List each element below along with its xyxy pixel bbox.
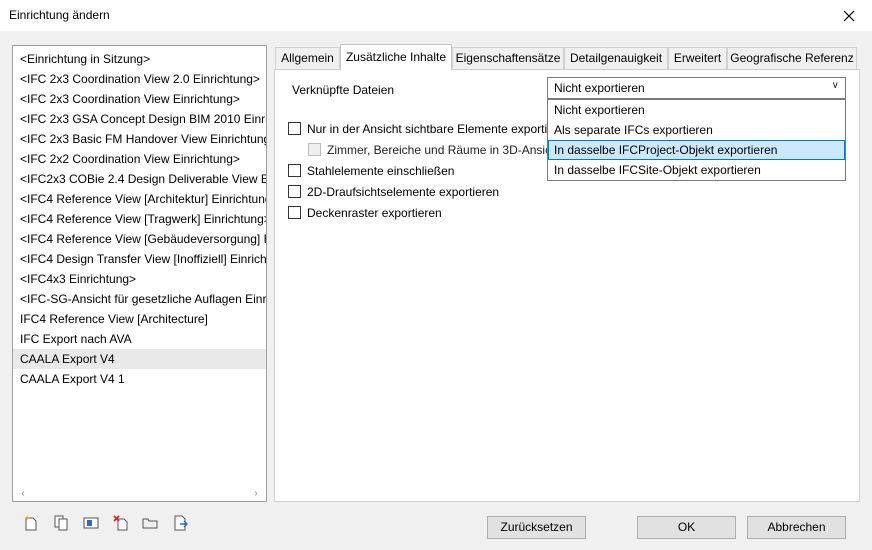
ceiling-grid-label: Deckenraster exportieren [307, 206, 442, 220]
setup-list-item[interactable]: <IFC 2x3 Coordination View Einrichtung> [13, 89, 266, 109]
scroll-right-icon[interactable]: › [248, 485, 264, 501]
setup-list-item[interactable]: <IFC4 Design Transfer View [Inoffiziell]… [13, 249, 266, 269]
delete-setup-icon[interactable] [112, 514, 130, 532]
dropdown-option[interactable]: Als separate IFCs exportieren [548, 120, 845, 140]
setup-list-item[interactable]: <IFC4 Reference View [Tragwerk] Einricht… [13, 209, 266, 229]
duplicate-setup-icon[interactable] [52, 514, 70, 532]
cancel-button[interactable]: Abbrechen [747, 516, 846, 539]
linked-files-dropdown[interactable]: Nicht exportieren Als separate IFCs expo… [547, 99, 846, 181]
dropdown-option[interactable]: Nicht exportieren [548, 100, 845, 120]
setup-list-item[interactable]: <IFC 2x3 Coordination View 2.0 Einrichtu… [13, 69, 266, 89]
setup-list-item[interactable]: <IFC4 Reference View [Architektur] Einri… [13, 189, 266, 209]
tab-erweitert[interactable]: Erweitert [668, 47, 727, 69]
setup-list-item[interactable]: CAALA Export V4 [13, 349, 266, 369]
setup-list-item[interactable]: <IFC4x3 Einrichtung> [13, 269, 266, 289]
setup-list-item[interactable]: IFC Export nach AVA [13, 329, 266, 349]
dialog-body: <Einrichtung in Sitzung> <IFC 2x3 Coordin… [0, 31, 872, 550]
dropdown-option-highlighted[interactable]: In dasselbe IFCProject-Objekt exportiere… [548, 140, 845, 160]
rooms-3d-checkbox[interactable] [308, 143, 321, 156]
tab-eigenschaftensaetze[interactable]: Eigenschaftensätze [452, 47, 564, 69]
setup-list-item[interactable]: <IFC 2x3 Basic FM Handover View Einricht… [13, 129, 266, 149]
setup-list-item[interactable]: <IFC 2x3 GSA Concept Design BIM 2010 Ein… [13, 109, 266, 129]
setup-list[interactable]: <Einrichtung in Sitzung> <IFC 2x3 Coordin… [12, 45, 267, 502]
setup-list-item[interactable]: <IFC4 Reference View [Gebäudeversorgung]… [13, 229, 266, 249]
setup-list-item[interactable]: <IFC2x3 COBie 2.4 Design Deliverable Vie… [13, 169, 266, 189]
linked-files-select[interactable]: Nicht exportieren ∨ [547, 77, 846, 99]
ok-button[interactable]: OK [637, 516, 736, 539]
setup-list-items: <Einrichtung in Sitzung> <IFC 2x3 Coordin… [13, 49, 266, 389]
setup-list-item[interactable]: CAALA Export V4 1 [13, 369, 266, 389]
steel-checkbox[interactable] [288, 164, 301, 177]
dropdown-option[interactable]: In dasselbe IFCSite-Objekt exportieren [548, 160, 845, 180]
plan-2d-checkbox[interactable] [288, 185, 301, 198]
setup-list-item[interactable]: IFC4 Reference View [Architecture] [13, 309, 266, 329]
tab-zusaetzliche-inhalte[interactable]: Zusätzliche Inhalte [340, 44, 452, 70]
steel-label: Stahlelemente einschließen [307, 164, 455, 178]
window-title: Einrichtung ändern [9, 8, 110, 22]
visible-only-label: Nur in der Ansicht sichtbare Elemente ex… [307, 122, 547, 136]
reset-button[interactable]: Zurücksetzen [487, 516, 586, 539]
visible-only-checkbox[interactable] [288, 122, 301, 135]
tab-allgemein[interactable]: Allgemein [275, 47, 340, 69]
title-bar: Einrichtung ändern [0, 0, 872, 31]
linked-files-label: Verknüpfte Dateien [292, 83, 395, 97]
tab-detailgenauigkeit[interactable]: Detailgenauigkeit [564, 47, 668, 69]
horizontal-scrollbar[interactable]: ‹ › [13, 485, 266, 501]
ceiling-grid-checkbox[interactable] [288, 206, 301, 219]
rooms-3d-label: Zimmer, Bereiche und Räume in 3D-Ansicht… [327, 143, 547, 157]
scroll-left-icon[interactable]: ‹ [15, 485, 31, 501]
setup-list-item[interactable]: <IFC 2x2 Coordination View Einrichtung> [13, 149, 266, 169]
linked-files-value: Nicht exportieren [554, 81, 645, 95]
close-icon [843, 10, 855, 21]
import-setup-icon[interactable] [141, 514, 159, 532]
rename-setup-icon[interactable] [82, 514, 100, 532]
close-button[interactable] [826, 0, 872, 31]
setup-list-item[interactable]: <IFC-SG-Ansicht für gesetzliche Auflagen… [13, 289, 266, 309]
chevron-down-icon: ∨ [831, 80, 839, 91]
tab-geografische-referenz[interactable]: Geografische Referenz [727, 47, 857, 69]
new-setup-icon[interactable] [22, 514, 40, 532]
setup-list-item[interactable]: <Einrichtung in Sitzung> [13, 49, 266, 69]
export-setup-icon[interactable] [171, 514, 189, 532]
plan-2d-label: 2D-Draufsichtselemente exportieren [307, 185, 500, 199]
